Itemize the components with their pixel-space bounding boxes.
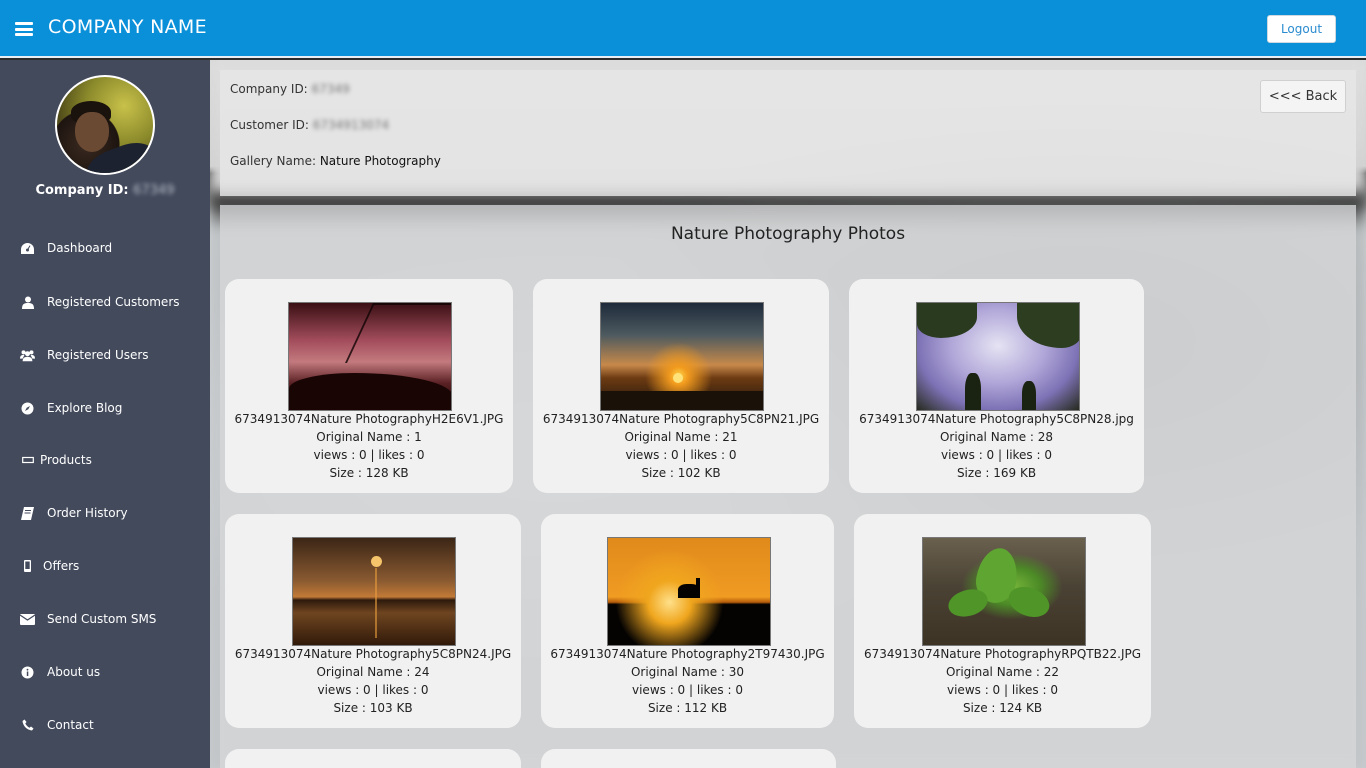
photo-filename: 6734913074Nature Photography5C8PN21.JPG xyxy=(542,412,820,426)
photo-filename: 6734913074Nature Photography5C8PN24.JPG xyxy=(234,647,512,661)
photo-original-name: Original Name : 28 xyxy=(939,430,1054,444)
envelope-icon xyxy=(20,612,35,626)
sidebar-item-label: Contact xyxy=(47,718,94,732)
photo-thumbnail[interactable] xyxy=(292,537,456,646)
avatar xyxy=(55,75,155,175)
info-icon xyxy=(20,665,35,679)
photo-size: Size : 112 KB xyxy=(647,701,728,715)
photo-stats: views : 0 | likes : 0 xyxy=(632,683,743,697)
main-content: Company ID: 67349 Customer ID: 673491307… xyxy=(210,60,1366,768)
photo-thumbnail[interactable] xyxy=(922,537,1086,646)
photo-original-name: Original Name : 21 xyxy=(624,430,738,444)
photo-filename: 6734913074Nature Photography2T97430.JPG xyxy=(550,647,825,661)
sidebar-item-order-history[interactable]: Order History xyxy=(0,493,210,533)
brand-title: COMPANY NAME xyxy=(48,16,207,38)
photo-size: Size : 102 KB xyxy=(641,466,721,480)
menu-icon[interactable] xyxy=(15,22,33,36)
logout-button[interactable]: Logout xyxy=(1267,15,1336,43)
photo-stats: views : 0 | likes : 0 xyxy=(947,683,1058,697)
gallery-title: Nature Photography Photos xyxy=(670,224,906,244)
info-company-id: Company ID: 67349 xyxy=(230,82,350,96)
sidebar-item-label: Send Custom SMS xyxy=(47,612,157,626)
info-company-id-value: 67349 xyxy=(311,82,350,96)
photo-stats: views : 0 | likes : 0 xyxy=(317,683,429,697)
photo-size: Size : 128 KB xyxy=(329,466,409,480)
photo-original-name: Original Name : 30 xyxy=(630,665,745,679)
photo-card[interactable]: 6734913074Nature Photography5C8PN28.jpg … xyxy=(849,279,1144,493)
photo-thumbnail[interactable] xyxy=(288,302,452,411)
photo-original-name: Original Name : 24 xyxy=(316,665,430,679)
sidebar-item-products[interactable]: Products xyxy=(0,440,210,480)
book-icon xyxy=(20,506,35,520)
photo-card[interactable]: 6734913074Nature Photography2T97430.JPG … xyxy=(541,514,834,728)
photo-card[interactable]: 6734913074Nature Photography5C8PN24.JPG … xyxy=(225,514,521,728)
sidebar-company-id: Company ID: 67349 xyxy=(0,183,210,198)
photo-stats: views : 0 | likes : 0 xyxy=(941,448,1052,462)
sidebar-item-label: Registered Users xyxy=(47,348,149,362)
photo-filename: 6734913074Nature PhotographyRPQTB22.JPG xyxy=(863,647,1142,661)
user-icon xyxy=(20,295,35,309)
users-icon xyxy=(20,348,35,362)
photo-thumbnail[interactable] xyxy=(600,302,764,411)
sidebar-item-label: Explore Blog xyxy=(47,401,123,415)
sidebar-item-label: Dashboard xyxy=(47,241,113,255)
photo-original-name: Original Name : 22 xyxy=(945,665,1060,679)
info-gallery-name: Gallery Name: Nature Photography xyxy=(230,154,441,168)
gallery-panel: Nature Photography Photos 6734913074Natu… xyxy=(220,205,1356,768)
photo-size: Size : 124 KB xyxy=(962,701,1043,715)
sidebar-item-offers[interactable]: Offers xyxy=(0,546,210,586)
photo-filename: 6734913074Nature PhotographyH2E6V1.JPG xyxy=(234,412,504,426)
company-id-label: Company ID: xyxy=(35,183,129,198)
gallery-name-value: Nature Photography xyxy=(319,154,441,168)
gallery-info-panel: Company ID: 67349 Customer ID: 673491307… xyxy=(220,70,1356,196)
info-customer-id-value: 6734913074 xyxy=(312,118,390,132)
photo-size: Size : 103 KB xyxy=(333,701,413,715)
photo-card[interactable]: 6734913074Nature PhotographyH2E6V1.JPG O… xyxy=(225,279,513,493)
sidebar-item-explore-blog[interactable]: Explore Blog xyxy=(0,388,210,428)
sidebar-item-label: Offers xyxy=(43,559,80,573)
sidebar-item-about-us[interactable]: About us xyxy=(0,652,210,692)
phone-icon xyxy=(20,718,35,732)
sidebar: Company ID: 67349 Dashboard Registered C… xyxy=(0,60,210,768)
mobile-icon xyxy=(20,559,35,573)
photo-card[interactable]: 6734913074Nature Photography5C8PN21.JPG … xyxy=(533,279,829,493)
photo-stats: views : 0 | likes : 0 xyxy=(625,448,737,462)
photo-thumbnail[interactable] xyxy=(916,302,1080,411)
photo-stats: views : 0 | likes : 0 xyxy=(313,448,425,462)
sidebar-item-contact[interactable]: Contact xyxy=(0,705,210,745)
sidebar-item-send-custom-sms[interactable]: Send Custom SMS xyxy=(0,599,210,639)
sidebar-item-dashboard[interactable]: Dashboard xyxy=(0,228,210,268)
dashboard-icon xyxy=(20,241,35,255)
photo-original-name: Original Name : 1 xyxy=(316,430,422,444)
rectangle-icon xyxy=(20,453,35,467)
info-customer-id: Customer ID: 6734913074 xyxy=(230,118,390,132)
company-id-value: 67349 xyxy=(133,183,175,198)
sidebar-item-registered-users[interactable]: Registered Users xyxy=(0,335,210,375)
sidebar-item-label: Registered Customers xyxy=(47,295,180,309)
sidebar-item-label: Order History xyxy=(47,506,128,520)
photo-size: Size : 169 KB xyxy=(956,466,1037,480)
back-button[interactable]: <<< Back xyxy=(1260,80,1346,113)
photo-filename: 6734913074Nature Photography5C8PN28.jpg xyxy=(859,412,1134,426)
photo-thumbnail[interactable] xyxy=(607,537,771,646)
photo-card[interactable] xyxy=(225,749,521,768)
sidebar-item-registered-customers[interactable]: Registered Customers xyxy=(0,282,210,322)
sidebar-item-label: Products xyxy=(40,453,92,467)
sidebar-item-label: About us xyxy=(47,665,101,679)
compass-icon xyxy=(20,401,35,415)
photo-card[interactable] xyxy=(541,749,836,768)
top-bar: COMPANY NAME Logout xyxy=(0,0,1366,58)
photo-card[interactable]: 6734913074Nature PhotographyRPQTB22.JPG … xyxy=(854,514,1151,728)
